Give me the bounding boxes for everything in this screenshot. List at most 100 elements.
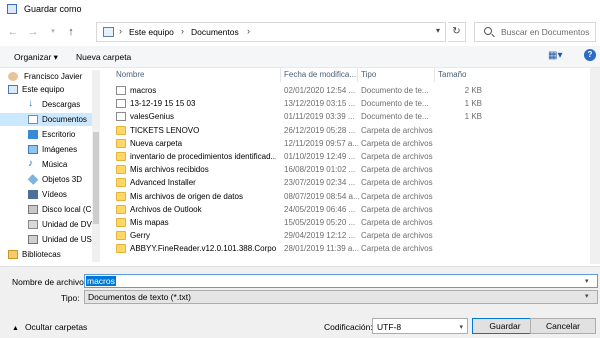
file-date: 28/01/2019 11:39 a... xyxy=(284,244,360,254)
recent-locations-chevron-icon[interactable]: ▾ xyxy=(46,25,60,39)
forward-arrow-icon[interactable]: → xyxy=(26,25,40,39)
file-size: 1 KB xyxy=(464,99,482,109)
breadcrumb-separator-icon[interactable]: › xyxy=(181,26,184,36)
search-icon xyxy=(484,27,492,35)
file-row[interactable]: Mis archivos de origen de datos 08/07/201… xyxy=(104,190,484,203)
music-icon: ♪ xyxy=(28,158,33,169)
file-row[interactable]: Archivos de Outlook 24/05/2019 06:46 ... C… xyxy=(104,203,484,216)
file-list: Nombre Fecha de modifica... Tipo Tamaño … xyxy=(104,68,600,264)
file-row[interactable]: Gerry 29/04/2019 12:12 ... Carpeta de arch… xyxy=(104,229,484,242)
file-list-scrollbar[interactable] xyxy=(590,68,600,264)
documents-icon xyxy=(28,115,38,124)
folder-icon xyxy=(116,204,126,214)
sidebar-item-disco-local[interactable]: Disco local (C:) xyxy=(0,203,96,216)
sidebar-item-label: Documentos xyxy=(42,115,87,124)
file-name: ABBYY.FineReader.v12.0.101.388.Corpora..… xyxy=(130,244,276,254)
file-name: Mis archivos de origen de datos xyxy=(130,191,243,201)
file-type: Carpeta de archivos xyxy=(361,125,433,135)
file-date: 01/11/2019 03:39 ... xyxy=(284,112,355,122)
new-folder-button[interactable]: Nueva carpeta xyxy=(76,52,131,62)
file-row[interactable]: macros 02/01/2020 12:54 ... Documento de t… xyxy=(104,84,484,97)
filetype-label: Tipo: xyxy=(61,293,80,303)
sidebar-item-dvd[interactable]: Unidad de DVD xyxy=(0,218,98,231)
save-button[interactable]: Guardar xyxy=(472,318,538,334)
file-date: 29/04/2019 12:12 ... xyxy=(284,231,356,241)
file-date: 23/07/2019 02:34 ... xyxy=(284,178,356,188)
file-row[interactable]: Nueva carpeta 12/11/2019 09:57 a... Carpet… xyxy=(104,137,484,150)
column-name-header[interactable]: Nombre xyxy=(116,70,144,79)
sidebar-scrollbar-thumb[interactable] xyxy=(93,132,99,224)
file-name: Nueva carpeta xyxy=(130,138,183,148)
cancel-button[interactable]: Cancelar xyxy=(530,318,596,334)
column-divider[interactable] xyxy=(434,68,435,82)
column-divider[interactable] xyxy=(357,68,358,82)
filetype-value[interactable]: Documentos de texto (*.txt) xyxy=(88,292,191,302)
sidebar-item-videos[interactable]: Vídeos xyxy=(0,188,96,201)
sidebar-item-este-equipo[interactable]: Este equipo xyxy=(0,83,96,96)
file-name: inventario de procedimientos identificad… xyxy=(130,152,276,161)
breadcrumb-separator-icon[interactable]: › xyxy=(119,26,122,36)
file-size: 2 KB xyxy=(464,86,482,95)
file-name: TICKETS LENOVO xyxy=(130,125,200,135)
file-row[interactable]: Mis mapas 15/05/2019 05:20 ... Carpeta de … xyxy=(104,216,484,229)
filetype-dropdown-icon[interactable]: ▾ xyxy=(585,292,589,300)
sidebar-item-imagenes[interactable]: Imágenes xyxy=(0,143,96,156)
text-file-icon xyxy=(116,112,126,122)
filename-input[interactable] xyxy=(84,274,598,288)
column-size-header[interactable]: Tamaño xyxy=(438,70,466,79)
sidebar-item-label: Unidad de DVD xyxy=(42,220,98,229)
view-options-icon[interactable]: ▦▾ xyxy=(548,50,562,61)
title-bar: Guardar como xyxy=(0,0,600,18)
file-row[interactable]: ABBYY.FineReader.v12.0.101.388.Corpora..… xyxy=(104,242,484,255)
download-icon: ↓ xyxy=(28,98,33,109)
sidebar-item-objetos-3d[interactable]: Objetos 3D xyxy=(0,173,96,186)
file-row[interactable]: valesGenius 01/11/2019 03:39 ... Documento… xyxy=(104,110,484,123)
sidebar-item-user[interactable]: Francisco Javier xyxy=(0,70,96,83)
encoding-select[interactable]: UTF-8 ▾ xyxy=(372,318,468,334)
breadcrumb-documentos[interactable]: Documentos xyxy=(191,27,239,37)
filename-value[interactable]: macros xyxy=(86,276,116,286)
help-icon[interactable]: ? xyxy=(584,49,596,61)
dvd-icon xyxy=(28,220,38,229)
column-header: Nombre Fecha de modifica... Tipo Tamaño xyxy=(104,68,600,82)
search-box[interactable]: Buscar en Documentos xyxy=(474,22,596,42)
search-placeholder[interactable]: Buscar en Documentos xyxy=(501,27,589,37)
user-icon xyxy=(8,72,18,81)
sidebar-item-documentos[interactable]: Documentos xyxy=(0,113,96,126)
file-row[interactable]: 13-12-19 15 15 03 13/12/2019 03:15 ... Doc… xyxy=(104,97,484,110)
file-date: 02/01/2020 12:54 ... xyxy=(284,86,356,95)
breadcrumb-este-equipo[interactable]: Este equipo xyxy=(129,27,174,37)
sidebar-item-usb[interactable]: Unidad de USB xyxy=(0,233,97,246)
sidebar-item-descargas[interactable]: ↓ Descargas xyxy=(0,98,96,111)
file-type: Carpeta de archivos xyxy=(361,165,433,175)
breadcrumb-separator-icon[interactable]: › xyxy=(247,26,250,36)
file-row[interactable]: inventario de procedimientos identificad… xyxy=(104,150,484,163)
back-arrow-icon[interactable]: ← xyxy=(6,25,20,39)
save-dialog-icon xyxy=(7,4,17,14)
folder-icon xyxy=(116,218,126,227)
file-row[interactable]: TICKETS LENOVO 26/12/2019 05:28 ... Carpet… xyxy=(104,124,484,137)
up-arrow-icon[interactable]: ↑ xyxy=(64,25,78,39)
sidebar-item-bibliotecas[interactable]: Bibliotecas xyxy=(0,248,96,261)
address-bar[interactable]: › Este equipo › Documentos › ▾ xyxy=(96,22,446,42)
file-row[interactable]: Advanced Installer 23/07/2019 02:34 ... Ca… xyxy=(104,176,484,189)
file-row[interactable]: Mis archivos recibidos 16/08/2019 01:02 .… xyxy=(104,163,484,176)
file-type: Carpeta de archivos xyxy=(361,178,433,188)
encoding-dropdown-icon: ▾ xyxy=(459,324,463,331)
column-type-header[interactable]: Tipo xyxy=(361,70,376,79)
address-dropdown-chevron-icon[interactable]: ▾ xyxy=(436,26,440,35)
filename-dropdown-icon[interactable]: ▾ xyxy=(585,277,589,285)
sidebar-item-label: Imágenes xyxy=(42,145,78,154)
sidebar-item-label: Este equipo xyxy=(22,85,65,94)
file-type: Documento de te... xyxy=(361,112,429,122)
sidebar-item-musica[interactable]: ♪ Música xyxy=(0,158,96,171)
sidebar-item-label: Bibliotecas xyxy=(22,250,61,259)
column-date-header[interactable]: Fecha de modifica... xyxy=(284,70,356,79)
hide-folders-button[interactable]: ▲ Ocultar carpetas xyxy=(12,322,87,332)
folder-icon xyxy=(116,231,126,241)
organize-button[interactable]: Organizar ▾ xyxy=(14,52,58,63)
refresh-icon[interactable]: ↻ xyxy=(448,22,466,42)
sidebar-item-escritorio[interactable]: Escritorio xyxy=(0,128,96,141)
file-type: Documento de te... xyxy=(361,99,429,109)
column-divider[interactable] xyxy=(280,68,281,82)
